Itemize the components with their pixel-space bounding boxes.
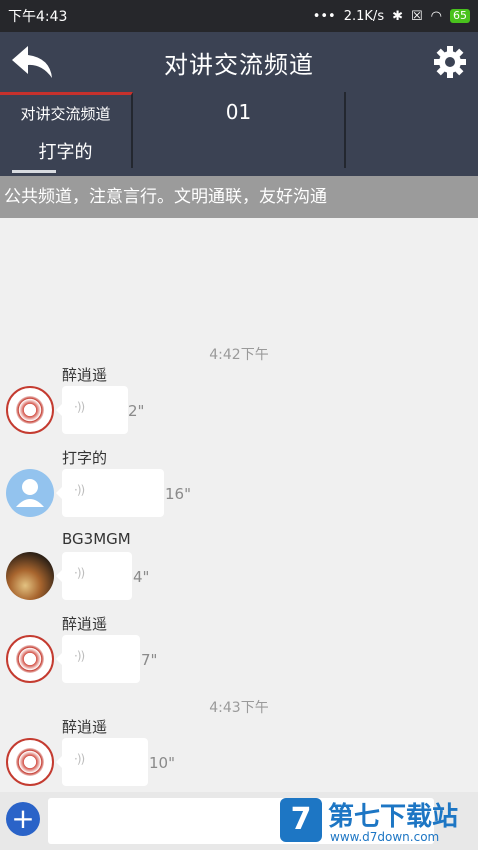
voice-bubble[interactable]: ·)) [56,635,140,683]
notice-banner: 公共频道，注意言行。文明通联，友好沟通 [0,176,478,218]
voice-wave-icon: ·)) [74,649,85,663]
channel-tab-empty[interactable] [346,92,478,168]
status-time: 下午4:43 [8,9,68,25]
voice-bubble[interactable]: ·)) [56,386,128,434]
sender-name: 醉逍遥 [62,615,108,633]
voice-duration: 10" [149,754,175,772]
timestamp: 4:43下午 [209,700,269,716]
wifi-icon: ◠ [430,8,442,24]
watermark-logo: 7 第七下载站 www.d7down.com [280,796,470,846]
channel-number: 01 [225,100,252,124]
chat-message: 打字的 ·)) 16" [0,447,478,537]
voice-wave-icon: ·)) [74,566,85,580]
sender-name: 打字的 [62,449,108,467]
channel-tabs: 对讲交流频道 打字的 01 [0,92,478,168]
watermark-url: www.d7down.com [330,830,440,844]
avatar[interactable] [6,386,54,434]
voice-bubble[interactable]: ·)) [56,469,164,517]
gear-icon[interactable] [432,44,468,80]
avatar[interactable] [6,469,54,517]
input-bar: + 7 第七下载站 www.d7down.com [0,792,478,850]
network-speed: 2.1K/s [343,8,385,24]
voice-wave-icon: ·)) [74,400,85,414]
page-title: 对讲交流频道 [164,50,314,79]
title-bar: 对讲交流频道 [0,32,478,92]
timestamp: 4:42下午 [209,347,269,363]
back-arrow-icon[interactable] [8,40,56,84]
sim-icon: ☒ [411,8,423,24]
sender-name: BG3MGM [62,530,131,548]
channel-name: 对讲交流频道 [20,105,111,123]
voice-wave-icon: ·)) [74,483,85,497]
watermark-title: 第七下载站 [328,802,459,832]
sender-name: 醉逍遥 [62,366,108,384]
chat-message: BG3MGM ·)) 4" [0,530,478,620]
voice-bubble[interactable]: ·)) [56,552,132,600]
watermark-mark-icon: 7 [280,798,322,842]
channel-scrollbar[interactable] [0,168,478,176]
status-dots: ••• [312,8,336,24]
avatar[interactable] [6,635,54,683]
status-right: ••• 2.1K/s ✱ ☒ ◠ 65 [313,9,470,24]
avatar[interactable] [6,552,54,600]
voice-duration: 4" [133,568,150,586]
voice-bubble[interactable]: ·)) [56,738,148,786]
plus-circle-icon[interactable]: + [6,802,40,836]
status-bar: 下午4:43 ••• 2.1K/s ✱ ☒ ◠ 65 [0,0,478,32]
avatar[interactable] [6,738,54,786]
chat-message: 醉逍遥 ·)) 2" [0,364,478,454]
channel-tab-active[interactable]: 对讲交流频道 打字的 [0,92,133,168]
scroll-thumb[interactable] [12,170,56,173]
voice-duration: 7" [141,651,158,669]
voice-wave-icon: ·)) [74,752,85,766]
voice-duration: 16" [165,485,191,503]
voice-duration: 2" [128,402,145,420]
bluetooth-icon: ✱ [392,8,403,24]
user-silhouette-icon [16,479,44,507]
battery-icon: 65 [450,9,470,23]
channel-tab-01[interactable]: 01 [133,92,346,168]
chat-message: 醉逍遥 ·)) 7" [0,613,478,703]
sender-name: 醉逍遥 [62,718,108,736]
channel-sub: 打字的 [38,142,93,163]
